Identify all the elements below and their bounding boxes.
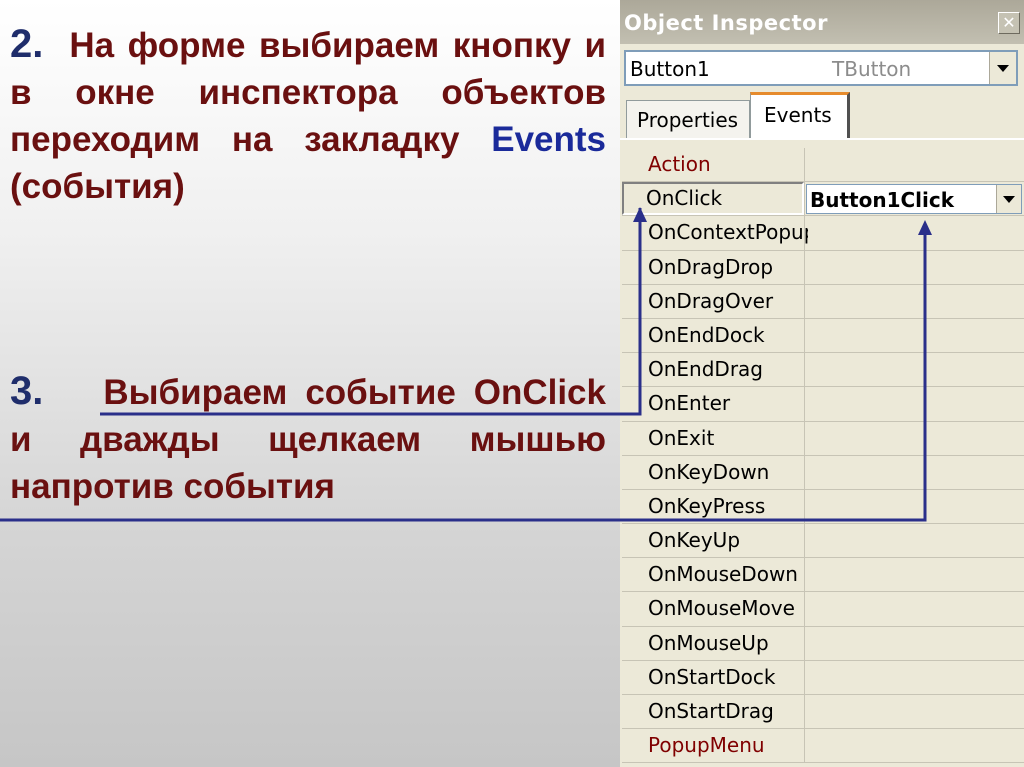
close-button[interactable]: ✕ [998,12,1020,34]
event-row[interactable]: OnContextPopup [622,216,1024,251]
step-2-number: 2. [10,22,44,66]
event-row[interactable]: OnStartDrag [622,695,1024,730]
event-row[interactable]: OnKeyPress [622,489,1024,525]
step-3-number: 3. [10,369,44,413]
event-row[interactable]: OnMouseMove [622,592,1024,627]
column-separator [804,524,805,558]
event-name[interactable]: OnKeyDown [648,460,808,484]
column-separator [804,387,805,421]
events-grid: Action OnClick Button1Click OnContextPopup O… [622,148,1024,767]
event-name[interactable]: Action [648,152,808,176]
event-name[interactable]: OnMouseUp [648,631,808,655]
column-separator [804,626,805,660]
event-name[interactable]: OnEndDock [648,323,808,347]
event-row[interactable]: OnDragOver [622,284,1024,319]
inspector-tabs: Properties Events [620,92,1024,144]
event-row[interactable]: OnMouseDown [622,558,1024,593]
event-name[interactable]: OnStartDock [648,665,808,689]
event-name[interactable]: OnEnter [648,391,808,415]
event-row[interactable]: OnEnter [622,387,1024,422]
column-separator [804,284,805,318]
event-name[interactable]: OnClick [646,186,806,210]
event-row[interactable]: OnKeyDown [622,455,1024,490]
event-name[interactable]: OnDragDrop [648,255,808,279]
object-selector-dropdown-button[interactable] [989,52,1016,84]
step-2-tail: (события) [10,167,185,206]
column-separator [804,660,805,694]
event-name[interactable]: OnEndDrag [648,357,808,381]
step-3-body: Выбираем событие OnClick и дважды щелкае… [10,373,606,506]
slide-text-panel: 2. На форме выбираем кнопку и в окне инсп… [0,0,620,767]
handler-dropdown-button[interactable] [996,185,1021,214]
step-2-text: 2. На форме выбираем кнопку и в окне инсп… [10,21,606,210]
column-separator [804,592,805,626]
event-name[interactable]: OnMouseMove [648,596,808,620]
object-name: Button1 [630,57,710,81]
event-handler-combo[interactable]: Button1Click [806,184,1022,215]
event-row[interactable]: OnExit [622,421,1024,456]
event-name[interactable]: OnContextPopup [648,220,808,244]
object-inspector-window: Object Inspector ✕ Button1 TButton Prope… [620,0,1024,767]
column-separator [804,455,805,489]
event-name[interactable]: OnStartDrag [648,699,808,723]
chevron-down-icon [1003,196,1015,204]
column-separator [804,489,805,524]
event-name[interactable]: OnKeyPress [648,494,808,518]
event-row[interactable]: OnStartDock [622,660,1024,695]
event-name[interactable]: OnExit [648,426,808,450]
close-icon: ✕ [1002,13,1016,32]
window-title: Object Inspector [624,11,828,35]
column-separator [804,148,805,182]
event-row[interactable]: PopupMenu [622,729,1024,764]
column-separator [804,695,805,729]
column-separator [804,182,805,216]
object-selector-combo[interactable]: Button1 TButton [624,50,1018,86]
event-row[interactable]: OnDragDrop [622,250,1024,285]
chevron-down-icon [997,65,1009,72]
object-type: TButton [832,57,912,81]
column-separator [804,558,805,592]
column-separator [804,250,805,284]
event-row[interactable]: Action [622,148,1024,183]
event-row[interactable]: OnEndDrag [622,353,1024,388]
event-name[interactable]: OnMouseDown [648,562,808,586]
event-name[interactable]: OnDragOver [648,289,808,313]
event-handler-value: Button1Click [810,188,955,213]
column-separator [804,421,805,455]
tab-events[interactable]: Events [750,92,850,138]
column-separator [804,216,805,250]
title-bar[interactable]: Object Inspector ✕ [620,0,1024,44]
column-separator [804,318,805,353]
column-separator [804,353,805,387]
event-row[interactable]: OnMouseUp [622,626,1024,661]
event-name[interactable]: PopupMenu [648,733,808,757]
tab-properties[interactable]: Properties [626,100,750,138]
event-row[interactable]: OnEndDock [622,318,1024,354]
event-row[interactable]: OnKeyUp [622,524,1024,559]
tab-divider [620,138,1024,140]
step-3-text: 3. Выбираем событие OnClick и дважды щелк… [10,368,606,510]
events-word: Events [491,120,606,159]
column-separator [804,729,805,763]
event-name[interactable]: OnKeyUp [648,528,808,552]
event-row[interactable]: OnClick Button1Click [622,182,1024,217]
